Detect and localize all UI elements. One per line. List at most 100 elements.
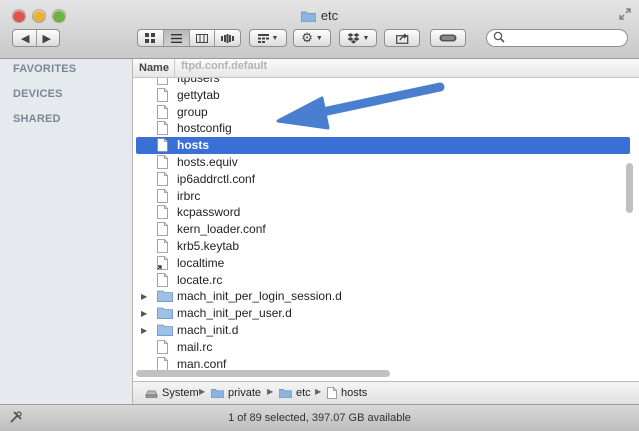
folder-icon bbox=[279, 389, 292, 398]
file-row[interactable]: hosts.equiv bbox=[133, 154, 639, 171]
arrange-icon bbox=[257, 33, 269, 43]
file-icon bbox=[157, 121, 168, 138]
search-input[interactable] bbox=[507, 31, 623, 47]
disclosure-triangle-icon[interactable]: ▶ bbox=[141, 292, 147, 301]
sidebar-heading-devices[interactable]: DEVICES bbox=[13, 88, 63, 100]
sidebar-heading-favorites[interactable]: FAVORITES bbox=[13, 63, 76, 75]
share-button[interactable] bbox=[384, 29, 420, 47]
disk-icon bbox=[145, 390, 158, 398]
path-crumb-etc[interactable]: etc bbox=[279, 387, 311, 399]
list-view-button[interactable] bbox=[163, 30, 190, 46]
file-name: mach_init_per_user.d bbox=[177, 306, 292, 321]
icon-view-button[interactable] bbox=[138, 30, 164, 46]
file-row[interactable]: kern_loader.conf bbox=[133, 221, 639, 238]
file-name: locate.rc bbox=[177, 272, 223, 287]
search-field[interactable] bbox=[486, 29, 628, 47]
file-name: gettytab bbox=[177, 87, 220, 102]
horizontal-scrollbar[interactable] bbox=[136, 370, 390, 377]
status-text: 1 of 89 selected, 397.07 GB available bbox=[228, 412, 411, 424]
title-toolbar: etc ◀ ▶ ▼ ⚙ ▼ ▼ bbox=[0, 0, 639, 59]
name-column-header[interactable]: Name bbox=[139, 62, 169, 74]
file-name: irbrc bbox=[177, 188, 201, 203]
column-view-button[interactable] bbox=[190, 30, 216, 46]
gear-icon: ⚙ bbox=[301, 30, 313, 45]
file-name: kcpassword bbox=[177, 205, 241, 220]
file-row[interactable]: mail.rc bbox=[133, 339, 639, 356]
file-row[interactable]: gettytab bbox=[133, 87, 639, 104]
file-icon bbox=[157, 171, 168, 189]
chevron-down-icon: ▼ bbox=[271, 34, 279, 42]
file-row[interactable]: locate.rc bbox=[133, 272, 639, 289]
view-mode-segmented[interactable] bbox=[137, 29, 241, 47]
sidebar: FAVORITES DEVICES SHARED bbox=[0, 59, 133, 404]
alias-file-icon bbox=[157, 255, 168, 273]
vertical-scrollbar[interactable] bbox=[626, 163, 633, 213]
file-name: krb5.keytab bbox=[177, 238, 240, 253]
chevron-down-icon: ▼ bbox=[315, 34, 323, 42]
file-icon bbox=[157, 339, 168, 357]
folder-icon bbox=[300, 11, 316, 22]
path-crumb-private[interactable]: private bbox=[211, 387, 261, 399]
file-icon bbox=[327, 387, 337, 399]
folder-icon bbox=[157, 289, 173, 305]
file-row[interactable]: krb5.keytab bbox=[133, 238, 639, 255]
file-row-selected[interactable]: hosts bbox=[136, 137, 630, 154]
file-row[interactable]: hostconfig bbox=[133, 120, 639, 137]
list-header[interactable]: Name ftpd.conf.default bbox=[133, 59, 639, 78]
search-icon bbox=[493, 31, 505, 43]
path-crumb-hosts[interactable]: hosts bbox=[327, 387, 367, 399]
file-icon bbox=[157, 205, 168, 222]
dropbox-button[interactable]: ▼ bbox=[339, 29, 377, 47]
file-row[interactable]: ip6addrctl.conf bbox=[133, 171, 639, 188]
file-name: localtime bbox=[177, 255, 225, 270]
file-icon bbox=[157, 87, 168, 105]
coverflow-view-button[interactable] bbox=[215, 30, 240, 46]
folder-icon bbox=[211, 389, 224, 398]
file-row[interactable]: ▶ mach_init_per_user.d bbox=[133, 305, 639, 322]
file-icon bbox=[157, 104, 168, 122]
file-row[interactable]: irbrc bbox=[133, 188, 639, 205]
finder-window: etc ◀ ▶ ▼ ⚙ ▼ ▼ FAVORITES DEVICES SHARED… bbox=[0, 0, 639, 431]
file-name: hostconfig bbox=[177, 121, 232, 136]
arrange-button[interactable]: ▼ bbox=[249, 29, 287, 47]
file-name: mail.rc bbox=[177, 339, 213, 354]
path-separator-icon: ▶ bbox=[199, 387, 206, 396]
file-row[interactable]: localtime bbox=[133, 255, 639, 272]
dropbox-icon bbox=[347, 32, 360, 44]
disclosure-triangle-icon[interactable]: ▶ bbox=[141, 309, 147, 318]
tag-button[interactable] bbox=[430, 29, 466, 47]
toggle-pill-icon bbox=[439, 34, 457, 42]
file-icon bbox=[157, 188, 168, 206]
file-name: hosts.equiv bbox=[177, 154, 238, 169]
file-row[interactable]: ▶ mach_init_per_login_session.d bbox=[133, 288, 639, 305]
file-row[interactable]: kcpassword bbox=[133, 204, 639, 221]
file-name: group bbox=[177, 104, 208, 119]
forward-arrow-icon[interactable]: ▶ bbox=[43, 32, 51, 45]
file-rows: ftpusers gettytab group hostconfig hosts host… bbox=[133, 70, 639, 372]
scrolled-filename-ghost: ftpd.conf.default bbox=[181, 60, 268, 72]
disclosure-triangle-icon[interactable]: ▶ bbox=[141, 326, 147, 335]
sidebar-heading-shared[interactable]: SHARED bbox=[13, 113, 61, 125]
icon-view-icon bbox=[145, 33, 156, 43]
back-arrow-icon[interactable]: ◀ bbox=[21, 32, 29, 45]
fullscreen-icon[interactable] bbox=[619, 8, 631, 20]
file-name: mach_init.d bbox=[177, 322, 239, 337]
path-crumb-label: private bbox=[228, 387, 262, 399]
file-row[interactable]: ▶ mach_init.d bbox=[133, 322, 639, 339]
action-button[interactable]: ⚙ ▼ bbox=[293, 29, 331, 47]
back-forward-buttons[interactable]: ◀ ▶ bbox=[12, 29, 60, 47]
coverflow-view-icon bbox=[221, 33, 235, 43]
file-name: man.conf bbox=[177, 356, 227, 371]
file-name: mach_init_per_login_session.d bbox=[177, 289, 342, 304]
path-crumb-label: System bbox=[162, 387, 199, 399]
column-view-icon bbox=[195, 33, 208, 43]
folder-icon bbox=[157, 306, 173, 322]
file-list[interactable]: ftpusers gettytab group hostconfig hosts host… bbox=[133, 59, 639, 381]
path-crumb-label: etc bbox=[296, 387, 311, 399]
file-name: ip6addrctl.conf bbox=[177, 171, 256, 186]
file-icon bbox=[157, 138, 168, 155]
path-bar: System ▶ private ▶ etc ▶ hosts bbox=[133, 381, 639, 405]
file-icon bbox=[157, 155, 168, 172]
file-row[interactable]: group bbox=[133, 104, 639, 121]
path-crumb-system[interactable]: System bbox=[145, 387, 199, 399]
